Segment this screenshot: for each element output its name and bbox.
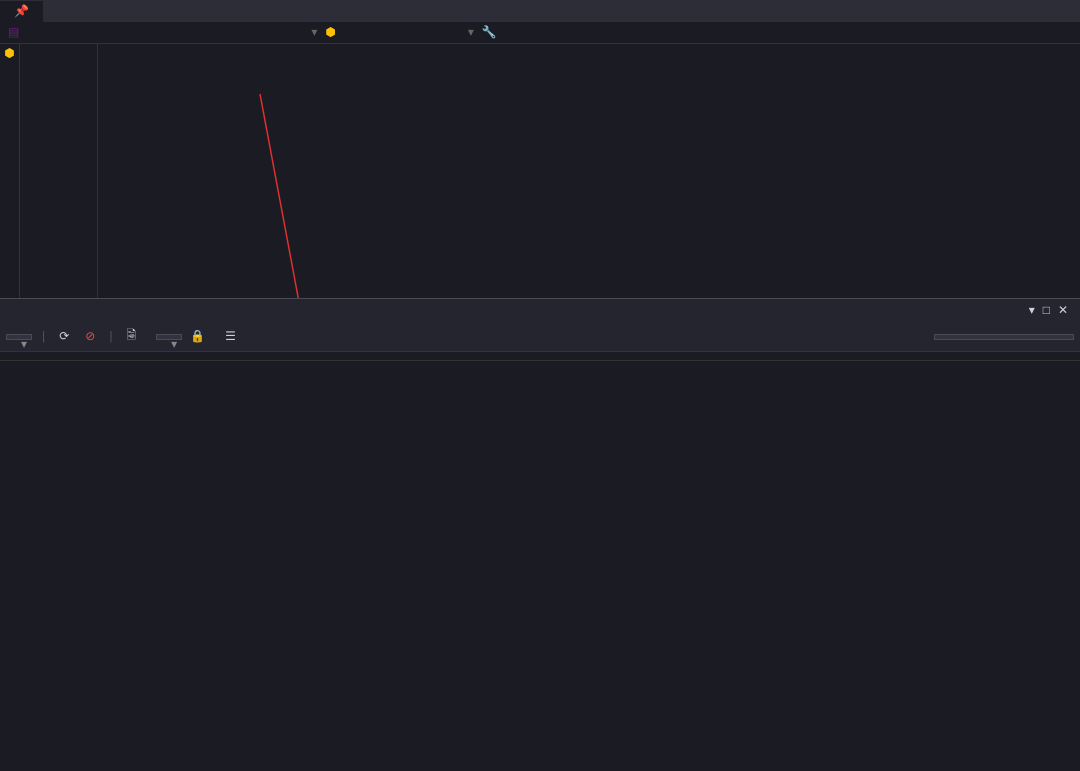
clear-filter-icon[interactable]: ⊘ (81, 329, 99, 344)
document-tab-bar: 📌 (0, 0, 1080, 22)
results-tree[interactable] (0, 361, 1080, 771)
code-area[interactable] (98, 44, 1080, 298)
group-by-dropdown[interactable] (156, 334, 182, 340)
find-references-toolbar: | ⟳ ⊘ | 🗟 🔒 ☰ (0, 322, 1080, 352)
breadcrumb-project[interactable]: ▤ (0, 25, 31, 40)
scope-dropdown[interactable] (6, 334, 32, 340)
lock-icon[interactable]: 🔒 (190, 329, 205, 344)
panel-maximize-icon[interactable]: □ (1039, 304, 1054, 318)
list-view-icon[interactable]: ☰ (221, 329, 240, 344)
tab-pin-icon[interactable]: 📌 (14, 4, 29, 19)
class-icon: ⬢ (325, 25, 335, 40)
search-references-input[interactable] (934, 334, 1074, 340)
results-column-headers (0, 352, 1080, 361)
object-browser-icon[interactable]: ⬢ (0, 46, 19, 61)
document-tab[interactable]: 📌 (0, 1, 43, 22)
code-breadcrumb: ▤ ▾ ⬢ ▾ 🔧 (0, 22, 1080, 44)
panel-dropdown-icon[interactable]: ▾ (1025, 303, 1039, 318)
find-references-panel-title: ▾ □ ✕ (0, 298, 1080, 322)
breadcrumb-class[interactable]: ⬢ (317, 25, 347, 40)
toolbar-sep: | (40, 330, 47, 344)
line-number-gutter (20, 44, 98, 298)
panel-close-icon[interactable]: ✕ (1054, 303, 1072, 318)
refresh-icon[interactable]: ⟳ (55, 329, 73, 344)
filter-icon[interactable]: 🗟 (123, 326, 141, 347)
csharp-icon: ▤ (8, 25, 19, 40)
breadcrumb-member[interactable]: 🔧 (474, 25, 509, 40)
wrench-icon: 🔧 (482, 25, 497, 40)
code-editor[interactable]: ⬢ (0, 44, 1080, 298)
toolbar-sep-2: | (107, 330, 114, 344)
